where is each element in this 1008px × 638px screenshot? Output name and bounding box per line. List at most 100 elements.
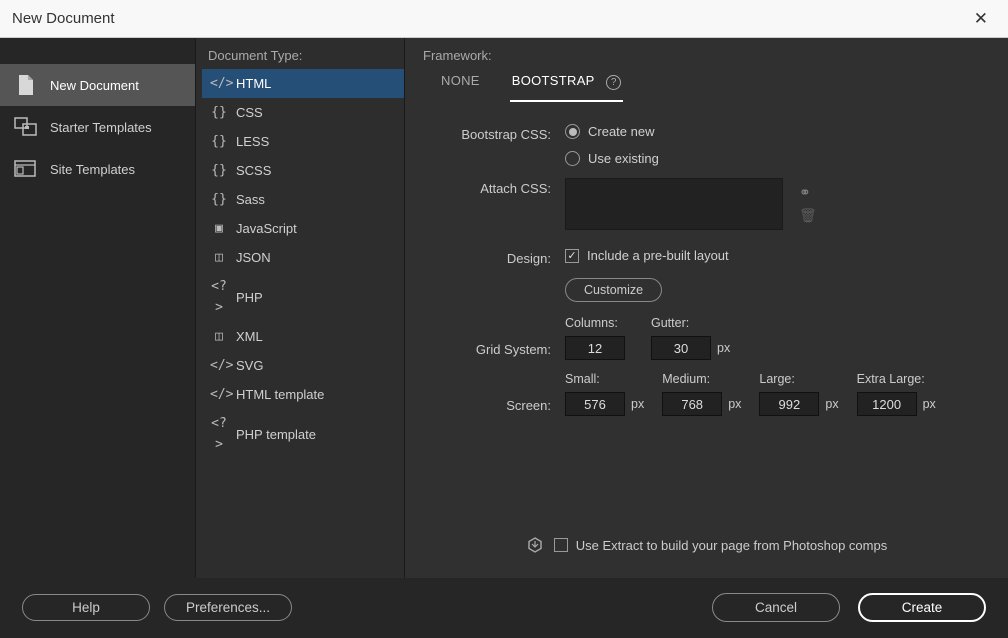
sidebar-item-label: New Document — [50, 78, 139, 93]
dialog-footer: Help Preferences... Cancel Create — [0, 578, 1008, 636]
gutter-label: Gutter: — [651, 316, 730, 330]
tab-bootstrap-label: BOOTSTRAP — [512, 73, 595, 88]
titlebar: New Document ✕ — [0, 0, 1008, 38]
radio-create-new[interactable]: Create new — [565, 124, 659, 139]
extract-icon — [526, 536, 544, 554]
sidebar-item-starter-templates[interactable]: Starter Templates — [0, 106, 195, 148]
doctype-item-javascript[interactable]: ▣ JavaScript — [202, 214, 404, 243]
unit-label: px — [717, 341, 730, 355]
code-icon: </> — [210, 73, 228, 94]
sidebar: New Document Starter Templates Site Temp… — [0, 38, 195, 578]
sidebar-item-site-templates[interactable]: Site Templates — [0, 148, 195, 190]
design-label: Design: — [435, 248, 565, 266]
doctype-list: Document Type: </>HTML {}CSS {}LESS {}SC… — [195, 38, 405, 578]
doctype-item-label: Sass — [236, 189, 265, 210]
doctype-item-label: PHP template — [236, 424, 316, 445]
unit-label: px — [631, 397, 644, 411]
link-icon[interactable]: ⚭ — [799, 184, 817, 201]
doctype-item-css[interactable]: {} CSS — [202, 98, 404, 127]
dialog-body: New Document Starter Templates Site Temp… — [0, 38, 1008, 578]
braces-icon: {} — [210, 160, 228, 181]
dialog-title: New Document — [12, 10, 115, 27]
large-input[interactable] — [759, 392, 819, 416]
framework-tabs: NONE BOOTSTRAP ? — [417, 69, 996, 102]
braces-icon: {} — [210, 102, 228, 123]
attach-css-field[interactable] — [565, 178, 783, 230]
code-icon: </> — [210, 355, 228, 376]
doctype-item-scss[interactable]: {} SCSS — [202, 156, 404, 185]
checkbox-label: Use Extract to build your page from Phot… — [576, 538, 887, 553]
radio-use-existing[interactable]: Use existing — [565, 151, 659, 166]
doctype-item-php-template[interactable]: <?> PHP template — [202, 409, 404, 459]
columns-label: Columns: — [565, 316, 625, 330]
doctype-item-xml[interactable]: ◫ XML — [202, 322, 404, 351]
radio-label: Create new — [588, 124, 654, 139]
checkbox-label: Include a pre-built layout — [587, 248, 729, 263]
php-icon: <?> — [210, 276, 228, 318]
doctype-item-label: LESS — [236, 131, 269, 152]
doctype-item-html[interactable]: </> HTML — [202, 69, 404, 98]
gutter-input[interactable] — [651, 336, 711, 360]
sidebar-item-label: Starter Templates — [50, 120, 152, 135]
doctype-header: Document Type: — [202, 48, 404, 69]
checkbox-use-extract[interactable]: Use Extract to build your page from Phot… — [554, 538, 887, 553]
tab-none[interactable]: NONE — [439, 69, 482, 102]
doctype-item-label: HTML — [236, 73, 271, 94]
sidebar-item-new-document[interactable]: New Document — [0, 64, 195, 106]
trash-icon[interactable]: 🗑 — [799, 207, 817, 224]
doctype-item-sass[interactable]: {} Sass — [202, 185, 404, 214]
doctype-item-html-template[interactable]: </> HTML template — [202, 380, 404, 409]
site-templates-icon — [14, 158, 38, 180]
xlarge-label: Extra Large: — [857, 372, 936, 386]
doctype-item-less[interactable]: {}LESS — [202, 127, 404, 156]
unit-label: px — [923, 397, 936, 411]
create-button[interactable]: Create — [858, 593, 986, 622]
doctype-item-label: SVG — [236, 355, 263, 376]
large-label: Large: — [759, 372, 838, 386]
main-panel: Framework: NONE BOOTSTRAP ? Bootstrap CS… — [405, 38, 1008, 578]
doctype-item-label: SCSS — [236, 160, 271, 181]
help-button[interactable]: Help — [22, 594, 150, 621]
doctype-item-label: XML — [236, 326, 263, 347]
xml-icon: ◫ — [210, 326, 228, 347]
doctype-item-json[interactable]: ◫ JSON — [202, 243, 404, 272]
radio-label: Use existing — [588, 151, 659, 166]
sidebar-item-label: Site Templates — [50, 162, 135, 177]
checkbox-icon — [554, 538, 568, 552]
doctype-item-label: JavaScript — [236, 218, 297, 239]
xlarge-input[interactable] — [857, 392, 917, 416]
php-icon: <?> — [210, 413, 228, 455]
doctype-item-svg[interactable]: </> SVG — [202, 351, 404, 380]
radio-icon — [565, 124, 580, 139]
framework-header: Framework: — [417, 48, 996, 69]
starter-templates-icon — [14, 116, 38, 138]
checkbox-include-prebuilt[interactable]: Include a pre-built layout — [565, 248, 729, 263]
bootstrap-css-label: Bootstrap CSS: — [435, 124, 565, 142]
doctype-item-label: HTML template — [236, 384, 324, 405]
small-label: Small: — [565, 372, 644, 386]
doctype-item-label: CSS — [236, 102, 263, 123]
json-icon: ◫ — [210, 247, 228, 268]
medium-label: Medium: — [662, 372, 741, 386]
radio-icon — [565, 151, 580, 166]
doctype-item-label: JSON — [236, 247, 271, 268]
close-icon[interactable]: ✕ — [966, 5, 996, 33]
tab-bootstrap[interactable]: BOOTSTRAP ? — [510, 69, 624, 102]
code-icon: </> — [210, 384, 228, 405]
customize-button[interactable]: Customize — [565, 278, 662, 302]
preferences-button[interactable]: Preferences... — [164, 594, 292, 621]
unit-label: px — [728, 397, 741, 411]
help-icon[interactable]: ? — [606, 75, 621, 90]
grid-system-label: Grid System: — [435, 316, 565, 357]
small-input[interactable] — [565, 392, 625, 416]
doctype-item-php[interactable]: <?> PHP — [202, 272, 404, 322]
columns-input[interactable] — [565, 336, 625, 360]
medium-input[interactable] — [662, 392, 722, 416]
js-icon: ▣ — [210, 218, 228, 239]
unit-label: px — [825, 397, 838, 411]
doctype-item-label: PHP — [236, 287, 263, 308]
braces-icon: {} — [210, 189, 228, 210]
attach-css-label: Attach CSS: — [435, 178, 565, 196]
document-icon — [14, 74, 38, 96]
cancel-button[interactable]: Cancel — [712, 593, 840, 622]
